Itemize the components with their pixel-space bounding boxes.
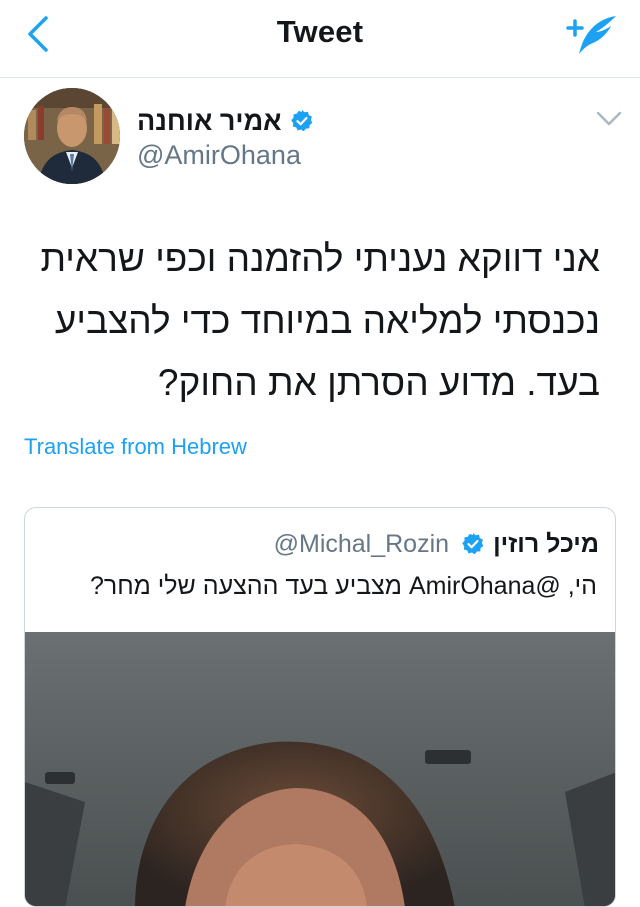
quoted-tweet-text: הי, @AmirOhana מצביע בעד ההצעה שלי מחר? xyxy=(89,572,597,600)
chevron-down-icon[interactable] xyxy=(596,110,622,128)
video-frame xyxy=(25,632,615,906)
translate-link[interactable]: Translate from Hebrew xyxy=(24,434,247,460)
page-title: Tweet xyxy=(276,14,364,49)
author-name[interactable]: אמיר אוחנה xyxy=(137,106,282,137)
navigation-bar: Tweet xyxy=(0,0,640,78)
quoted-tweet-header: מיכל רוזין @Michal_Rozin xyxy=(25,526,599,562)
avatar[interactable] xyxy=(24,88,120,184)
compose-quill-icon[interactable] xyxy=(562,10,622,60)
avatar-photo xyxy=(24,88,120,184)
quoted-tweet[interactable]: מיכל רוזין @Michal_Rozin הי, @AmirOhana … xyxy=(24,507,616,907)
quoted-author-handle: @Michal_Rozin xyxy=(273,529,450,558)
verified-badge-icon xyxy=(290,110,312,132)
quoted-author-name: מיכל רוזין xyxy=(493,529,599,558)
tweet-text: אני דווקא נעניתי להזמנה וכפי שראית נכנסת… xyxy=(40,238,600,403)
author-handle[interactable]: @AmirOhana xyxy=(137,140,301,171)
tweet-author: אמיר אוחנה @AmirOhana xyxy=(24,88,624,188)
verified-badge-icon xyxy=(462,533,484,555)
author-name-row: אמיר אוחנה xyxy=(137,104,314,138)
quoted-tweet-video[interactable] xyxy=(25,632,615,906)
